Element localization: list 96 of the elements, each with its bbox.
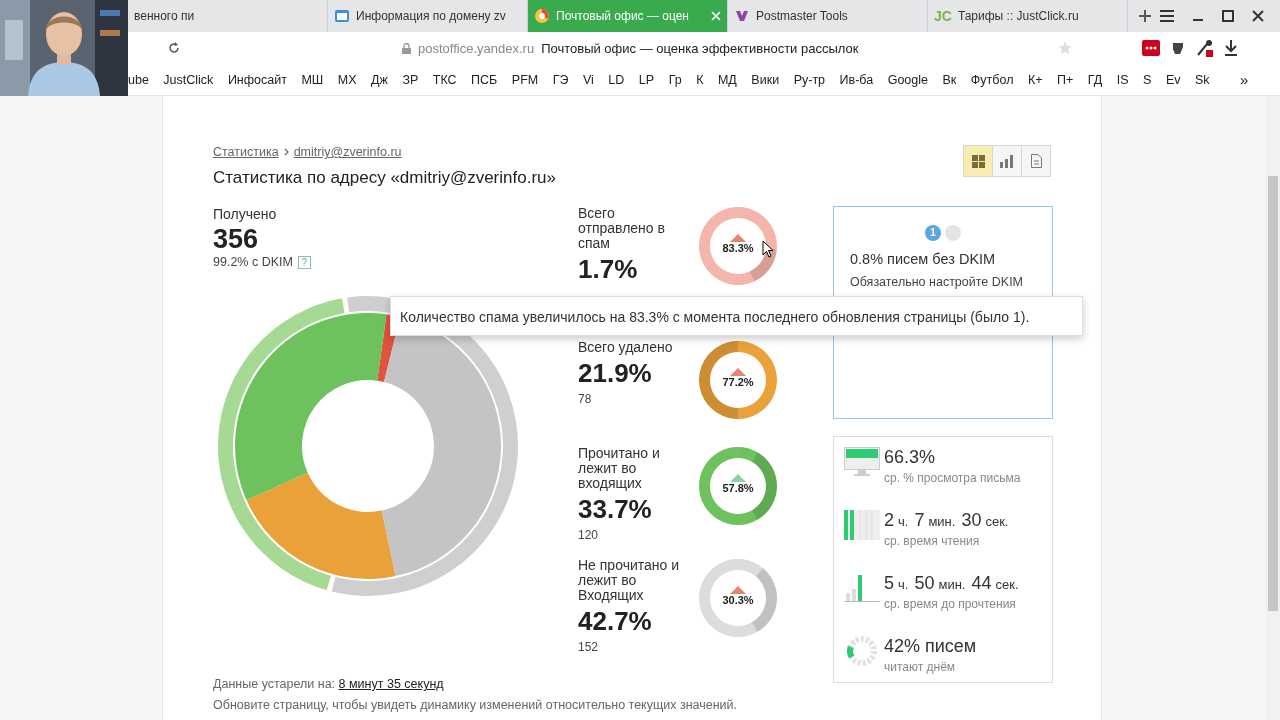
bookmark-link[interactable]: Vi bbox=[582, 72, 594, 87]
bookmark-link[interactable]: ТКС bbox=[432, 72, 457, 87]
bookmark-link[interactable]: МШ bbox=[301, 72, 324, 87]
refresh-hint: Обновите страницу, чтобы увидеть динамику изменений относительно текущих значений. bbox=[213, 698, 739, 712]
extension-icon[interactable] bbox=[1142, 40, 1161, 56]
bookmark-link[interactable]: Вк bbox=[942, 72, 957, 87]
change-percent: 83.3% bbox=[721, 242, 755, 254]
new-tab-icon[interactable] bbox=[1138, 9, 1152, 23]
page-dot[interactable] bbox=[945, 225, 961, 241]
change-percent: 77.2% bbox=[721, 376, 755, 388]
metric-value: 2 ч. 7 мин. 30 сек. bbox=[884, 510, 1010, 531]
view-toggle-button[interactable] bbox=[963, 145, 993, 177]
cursor-icon bbox=[762, 240, 774, 258]
bookmark-link[interactable]: МХ bbox=[337, 72, 357, 87]
received-count: 356 bbox=[213, 224, 260, 255]
browser-icon bbox=[534, 8, 550, 24]
histogram-icon bbox=[844, 573, 880, 603]
breadcrumb-link[interactable]: Статистика bbox=[213, 145, 279, 159]
stat-label: Всего отправлено в спам bbox=[578, 206, 666, 251]
url-page-title[interactable]: Почтовый офис — оценка эффективности рассылок bbox=[541, 40, 859, 56]
bookmark-link[interactable]: Ив-ба bbox=[839, 72, 874, 87]
bookmark-link[interactable]: К+ bbox=[1027, 72, 1043, 87]
bookmark-link[interactable]: Ру-тр bbox=[793, 72, 826, 87]
bookmark-link[interactable]: Google bbox=[887, 72, 928, 87]
stale-label: Данные устарели на: bbox=[213, 677, 336, 691]
bar-chart-icon bbox=[1000, 154, 1014, 168]
bookmark-link[interactable]: ube bbox=[128, 72, 149, 87]
bookmark-link[interactable]: Инфосайт bbox=[227, 72, 287, 87]
progress-bars-icon bbox=[844, 510, 880, 540]
menu-icon[interactable] bbox=[1160, 10, 1174, 22]
bookmark-link[interactable]: МД bbox=[717, 72, 737, 87]
stat-count: 152 bbox=[578, 640, 600, 654]
page-icon bbox=[334, 8, 350, 24]
bookmark-link[interactable]: Ev bbox=[1165, 72, 1181, 87]
panel-title: 0.8% писем без DKIM bbox=[850, 251, 997, 267]
bookmark-link[interactable]: К bbox=[696, 72, 704, 87]
change-percent: 57.8% bbox=[721, 482, 755, 494]
stat-percent: 1.7% bbox=[578, 254, 639, 284]
stat-count: 120 bbox=[578, 528, 600, 542]
dkim-share: 99.2% с DKIM bbox=[213, 255, 293, 269]
bookmark-link[interactable]: IS bbox=[1116, 72, 1129, 87]
bookmark-link[interactable]: PFM bbox=[511, 72, 539, 87]
metric-caption: ср. % просмотра письма bbox=[884, 471, 1021, 485]
bookmark-link[interactable]: Дж bbox=[371, 72, 388, 87]
page-heading: Статистика по адресу «dmitriy@zverinfo.ru» bbox=[213, 168, 556, 188]
breadcrumb-link[interactable]: dmitriy@zverinfo.ru bbox=[293, 145, 402, 159]
metric-caption: ср. время до прочтения bbox=[884, 597, 1017, 611]
document-icon bbox=[1030, 154, 1042, 168]
stat-label: Прочитано и лежит во входящих bbox=[578, 446, 661, 491]
eyedropper-icon[interactable] bbox=[1196, 39, 1215, 57]
lock-icon bbox=[402, 42, 411, 54]
bookmark-link[interactable]: ГЭ bbox=[552, 72, 569, 87]
maximize-icon[interactable] bbox=[1222, 10, 1234, 22]
bookmark-link[interactable]: LD bbox=[608, 72, 625, 87]
stat-label: Всего удалено bbox=[578, 340, 674, 355]
stat-count: 78 bbox=[578, 392, 593, 406]
received-label: Получено bbox=[213, 206, 278, 222]
bookmark-link[interactable]: ПСБ bbox=[471, 72, 498, 87]
url-domain[interactable]: postoffice.yandex.ru bbox=[418, 40, 535, 56]
view-toggle-button[interactable] bbox=[992, 145, 1022, 177]
clock-dial-icon bbox=[844, 636, 880, 666]
bookmark-link[interactable]: Гр bbox=[668, 72, 682, 87]
view-toggle-button[interactable] bbox=[1021, 145, 1051, 177]
stat-label: Не прочитано и лежит во Входящих bbox=[578, 558, 680, 603]
panel-text: Обязательно настройте DKIM bbox=[850, 275, 1025, 289]
star-icon[interactable] bbox=[1058, 41, 1073, 55]
scrollbar[interactable] bbox=[1266, 96, 1280, 720]
chevron-icon bbox=[283, 148, 289, 156]
metric-caption: ср. время чтения bbox=[884, 534, 981, 548]
metric-value: 66.3% bbox=[884, 447, 937, 468]
site-logo: JC bbox=[934, 8, 952, 24]
grid-icon bbox=[971, 154, 985, 168]
close-icon[interactable] bbox=[1252, 10, 1264, 22]
stat-percent: 33.7% bbox=[578, 494, 653, 524]
metric-value: 42% писем bbox=[884, 636, 978, 657]
tooltip: Количество спама увеличилось на 83.3% с момента последнего обновления страницы (было 1). bbox=[390, 296, 1083, 336]
stat-percent: 42.7% bbox=[578, 606, 653, 636]
metric-value: 5 ч. 50 мин. 44 сек. bbox=[884, 573, 1020, 594]
bookmark-link[interactable]: LP bbox=[638, 72, 655, 87]
bookmark-link[interactable]: Футбол bbox=[970, 72, 1014, 87]
bookmark-link[interactable]: ЗР bbox=[402, 72, 419, 87]
bookmark-link[interactable]: JustClick bbox=[163, 72, 214, 87]
more-bookmarks-button[interactable]: » bbox=[1240, 71, 1249, 88]
reload-icon[interactable] bbox=[168, 42, 180, 54]
bookmark-link[interactable]: П+ bbox=[1057, 72, 1074, 87]
metric-caption: читают днём bbox=[884, 660, 957, 674]
bookmark-link[interactable]: ГД bbox=[1087, 72, 1103, 87]
change-percent: 30.3% bbox=[721, 594, 755, 606]
bookmark-link[interactable]: S bbox=[1143, 72, 1152, 87]
bookmark-link[interactable]: Вики bbox=[751, 72, 780, 87]
download-icon[interactable] bbox=[1224, 40, 1239, 56]
stale-time-link[interactable]: 8 минут 35 секунд bbox=[338, 677, 444, 691]
tool-icon bbox=[734, 8, 750, 24]
monitor-icon bbox=[844, 447, 880, 477]
stat-percent: 21.9% bbox=[578, 358, 653, 388]
bookmark-link[interactable]: Sk bbox=[1194, 72, 1210, 87]
